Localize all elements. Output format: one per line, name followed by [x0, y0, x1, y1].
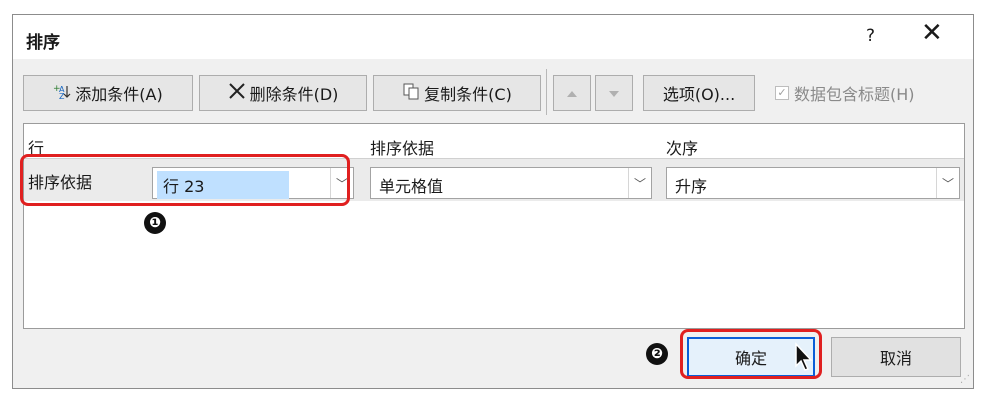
- dialog-title: 排序: [26, 33, 60, 53]
- sort-on-value: 单元格值: [379, 177, 444, 196]
- help-button[interactable]: ?: [866, 26, 875, 46]
- add-level-icon: + A Z: [53, 82, 71, 104]
- step-marker-1: ❶: [144, 212, 166, 234]
- column-header-sort-on: 排序依据: [370, 139, 435, 158]
- copy-level-button[interactable]: 复制条件(C): [373, 75, 541, 111]
- delete-level-button[interactable]: 删除条件(D): [199, 75, 367, 111]
- sort-on-select[interactable]: 单元格值 ﹀: [370, 167, 652, 199]
- header-checkbox-label: 数据包含标题(H): [794, 85, 915, 104]
- step-marker-2: ❷: [646, 343, 668, 365]
- resize-grip-icon[interactable]: ⋰: [960, 374, 970, 385]
- mouse-cursor-icon: [795, 342, 813, 371]
- highlight-box-sort-key: [20, 154, 350, 206]
- move-up-button[interactable]: [553, 75, 591, 111]
- delete-level-label: 删除条件(D): [249, 85, 339, 104]
- options-button[interactable]: 选项(O)...: [643, 75, 755, 111]
- copy-level-label: 复制条件(C): [424, 85, 512, 104]
- column-header-order: 次序: [666, 139, 699, 158]
- svg-text:Z: Z: [59, 92, 65, 100]
- add-level-label: 添加条件(A): [75, 85, 163, 104]
- title-bar: 排序 ? ✕: [13, 15, 973, 59]
- toolbar-separator: [546, 69, 547, 115]
- checkbox-check-icon: ✓: [775, 86, 789, 100]
- header-checkbox[interactable]: ✓ 数据包含标题(H): [775, 81, 915, 105]
- move-up-icon: [566, 84, 578, 102]
- order-select[interactable]: 升序 ﹀: [666, 167, 960, 199]
- move-down-icon: [608, 84, 620, 102]
- copy-icon: [402, 82, 420, 104]
- close-button[interactable]: ✕: [921, 20, 943, 46]
- chevron-down-icon[interactable]: ﹀: [628, 168, 651, 198]
- options-label: 选项(O)...: [662, 85, 736, 104]
- cancel-label: 取消: [879, 349, 912, 368]
- move-down-button[interactable]: [595, 75, 633, 111]
- order-value: 升序: [675, 177, 708, 196]
- chevron-down-icon[interactable]: ﹀: [936, 168, 959, 198]
- delete-x-icon: [228, 82, 246, 104]
- add-level-button[interactable]: + A Z 添加条件(A): [23, 75, 193, 111]
- cancel-button[interactable]: 取消: [831, 337, 961, 377]
